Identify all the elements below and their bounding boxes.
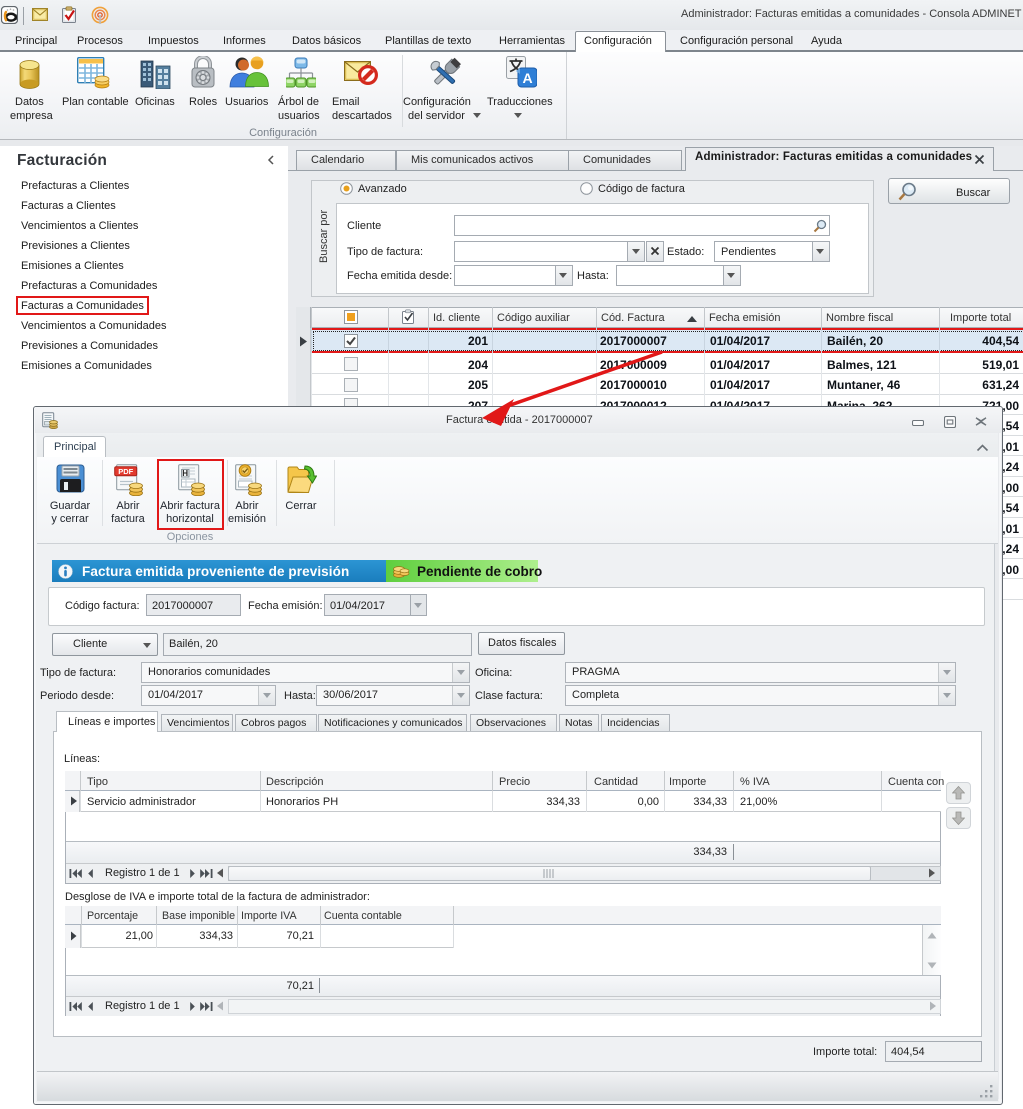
svg-text:A: A bbox=[522, 70, 532, 86]
svg-text:PDF: PDF bbox=[118, 467, 133, 476]
